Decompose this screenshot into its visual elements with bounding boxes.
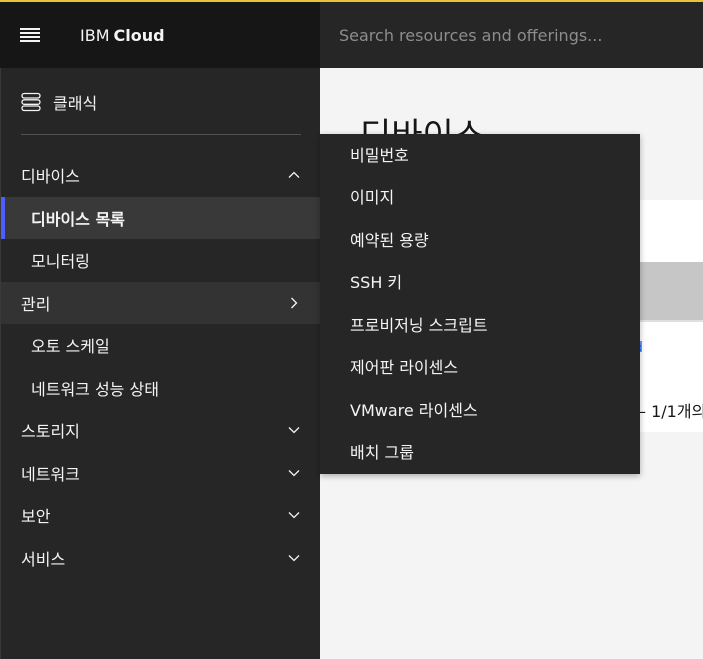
chevron-down-icon [288, 427, 300, 434]
flyout-item-images[interactable]: 이미지 [320, 175, 640, 217]
sidebar-item-monitoring[interactable]: 모니터링 [1, 239, 320, 281]
flyout-item-placement-groups[interactable]: 배치 그룹 [320, 430, 640, 472]
flyout-item-label: 제어판 라이센스 [350, 358, 459, 377]
flyout-item-vmware-licenses[interactable]: VMware 라이센스 [320, 388, 640, 430]
brand-prefix: IBM [80, 26, 110, 45]
sidebar-item-network[interactable]: 네트워크 [1, 452, 320, 494]
brand-name: Cloud [113, 26, 165, 45]
brand-logo[interactable]: IBM Cloud [80, 26, 165, 45]
sidebar-item-devices[interactable]: 디바이스 [1, 154, 320, 196]
sidebar-item-manage[interactable]: 관리 [1, 282, 320, 324]
sidebar-item-label: 관리 [21, 295, 51, 314]
classic-switcher[interactable]: 클래식 [21, 90, 97, 114]
manage-flyout-menu: 비밀번호 이미지 예약된 용량 SSH 키 프로비저닝 스크립트 제어판 라이센… [320, 134, 640, 474]
sidebar-item-label: 디바이스 [21, 167, 80, 186]
chevron-right-icon [291, 297, 298, 309]
search-input[interactable] [320, 2, 703, 68]
chevron-down-icon [288, 512, 300, 519]
sidebar-item-label: 디바이스 목록 [31, 210, 125, 229]
top-accent-line [0, 0, 703, 2]
flyout-item-label: 비밀번호 [350, 146, 409, 165]
flyout-item-label: SSH 키 [350, 273, 403, 292]
search-bar [320, 2, 703, 68]
sidebar-item-label: 모니터링 [31, 252, 90, 271]
hamburger-icon[interactable] [20, 28, 40, 42]
flyout-item-label: VMware 라이센스 [350, 401, 478, 420]
sidebar-item-label: 네트워크 [21, 465, 80, 484]
flyout-item-label: 예약된 용량 [350, 231, 429, 250]
chevron-down-icon [288, 470, 300, 477]
sidebar-divider [21, 134, 301, 135]
sidebar-item-label: 네트워크 성능 상태 [31, 380, 159, 399]
flyout-item-ssh-keys[interactable]: SSH 키 [320, 260, 640, 302]
sidebar-item-device-list[interactable]: 디바이스 목록 [1, 197, 320, 239]
flyout-item-label: 이미지 [350, 188, 395, 207]
stacked-disks-icon [21, 92, 41, 112]
sidebar-item-storage[interactable]: 스토리지 [1, 409, 320, 451]
chevron-down-icon [288, 555, 300, 562]
flyout-item-reserved-capacity[interactable]: 예약된 용량 [320, 218, 640, 260]
sidebar-item-label: 스토리지 [21, 422, 80, 441]
sidebar-item-label: 서비스 [21, 550, 66, 569]
flyout-item-passwords[interactable]: 비밀번호 [320, 133, 640, 175]
sidebar-item-label: 오토 스케일 [31, 337, 110, 356]
classic-label: 클래식 [53, 94, 98, 113]
flyout-item-provisioning-scripts[interactable]: 프로비저닝 스크립트 [320, 303, 640, 345]
flyout-item-label: 배치 그룹 [350, 443, 414, 462]
sidebar-item-network-performance[interactable]: 네트워크 성능 상태 [1, 367, 320, 409]
pagination-status: – 1/1개의 [638, 402, 703, 421]
sidebar-item-security[interactable]: 보안 [1, 494, 320, 536]
top-header: IBM Cloud [0, 2, 703, 68]
chevron-up-icon [288, 171, 300, 178]
flyout-item-control-panel-licenses[interactable]: 제어판 라이센스 [320, 345, 640, 387]
sidebar-item-services[interactable]: 서비스 [1, 537, 320, 579]
sidebar-item-label: 보안 [21, 507, 51, 526]
sidebar-item-auto-scale[interactable]: 오토 스케일 [1, 324, 320, 366]
sidebar: 클래식 디바이스 디바이스 목록 모니터링 관리 오토 스케일 네트워크 성능 … [0, 68, 320, 659]
flyout-item-label: 프로비저닝 스크립트 [350, 316, 488, 335]
